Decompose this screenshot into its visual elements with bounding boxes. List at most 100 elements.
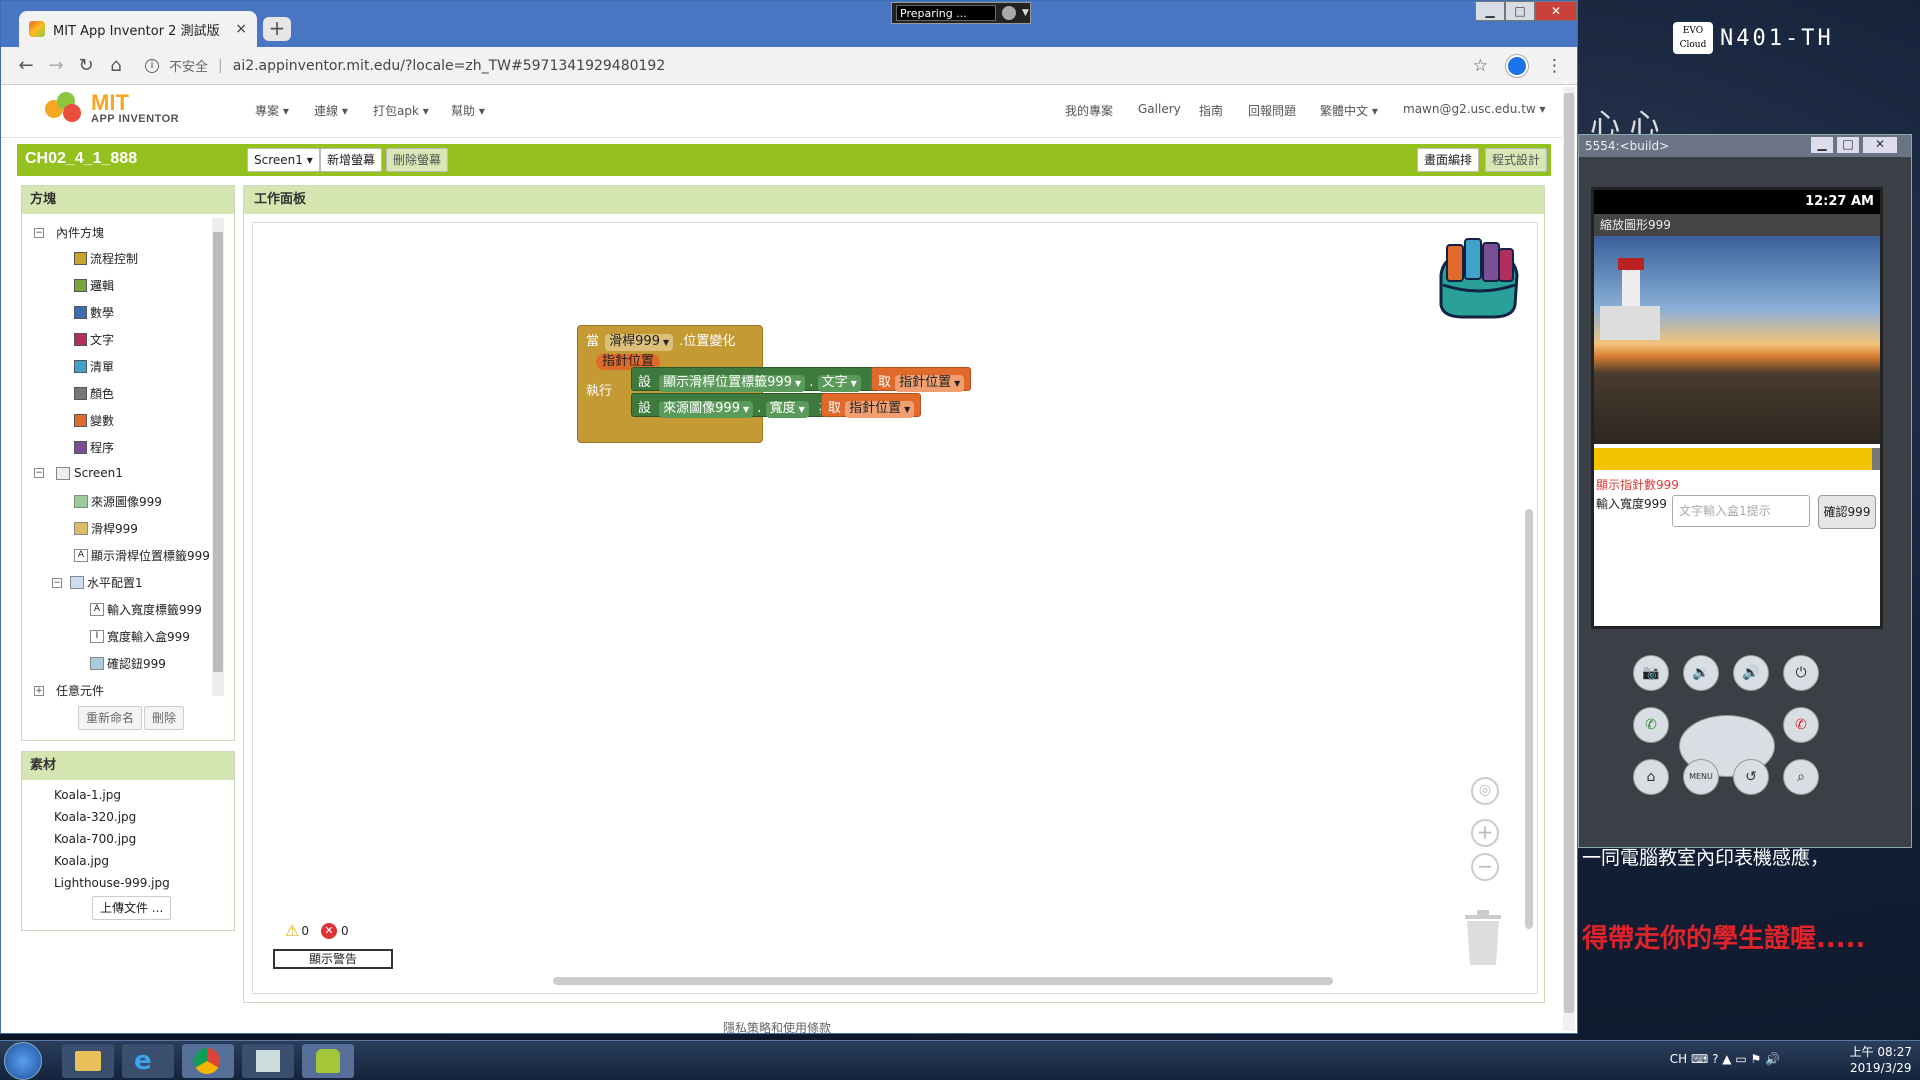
delete-button[interactable]: 刪除 — [144, 706, 185, 730]
set1-component-dropdown[interactable]: 顯示滑桿位置標籤999 ▼ — [659, 375, 806, 392]
maximize-button[interactable]: □ — [1505, 1, 1535, 21]
trash-icon[interactable] — [1461, 909, 1505, 967]
search-button[interactable]: ⌕ — [1783, 759, 1819, 795]
dropdown-icon[interactable]: ▼ — [1022, 8, 1029, 18]
builtin-math[interactable]: 數學 — [74, 304, 114, 321]
component-button[interactable]: 確認鈕999 — [90, 655, 166, 672]
menu-report[interactable]: 回報問題 — [1248, 102, 1296, 119]
url-text[interactable]: ai2.appinventor.mit.edu/?locale=zh_TW#59… — [233, 58, 666, 74]
width-input[interactable]: 文字輸入盒1提示 — [1672, 495, 1810, 527]
get2-var-dropdown[interactable]: 指針位置 ▼ — [845, 401, 915, 418]
get-pointer-position-block-1[interactable]: 取 指針位置 ▼ — [871, 367, 972, 392]
menu-help[interactable]: 幫助 ▾ — [451, 102, 485, 119]
recenter-icon[interactable]: ◎ — [1471, 777, 1499, 805]
screen-select[interactable]: Screen1 ▾ — [247, 148, 320, 172]
add-screen-button[interactable]: 新增螢幕 — [320, 148, 383, 172]
set-image-width-block[interactable]: 設 來源圖像999▼ . 寬度▼ 為 — [631, 393, 839, 418]
tree-any-component[interactable]: + 任意元件 — [34, 682, 104, 699]
backpack-icon[interactable] — [1433, 235, 1523, 321]
set2-component-dropdown[interactable]: 來源圖像999 ▼ — [659, 401, 754, 418]
explorer-taskbar-icon[interactable] — [62, 1044, 114, 1078]
workspace-vertical-scrollbar[interactable] — [1525, 509, 1533, 929]
show-warnings-button[interactable]: 顯示警告 — [273, 949, 393, 969]
record-icon[interactable] — [1002, 6, 1016, 20]
ie-taskbar-icon[interactable]: e — [122, 1044, 174, 1078]
designer-button[interactable]: 畫面編排 — [1417, 148, 1480, 172]
menu-my-projects[interactable]: 我的專案 — [1065, 102, 1113, 119]
reload-icon[interactable]: ↻ — [71, 55, 101, 76]
url-field[interactable]: i 不安全 | ai2.appinventor.mit.edu/?locale=… — [145, 56, 665, 75]
rename-button[interactable]: 重新命名 — [78, 706, 143, 730]
start-button[interactable] — [4, 1042, 42, 1080]
volume-down-button[interactable]: 🔉 — [1683, 655, 1719, 691]
builtin-variables[interactable]: 變數 — [74, 412, 114, 429]
blocks-tree-scrollbar[interactable] — [212, 218, 224, 696]
component-arrangement[interactable]: − 水平配置1 — [52, 574, 143, 591]
set1-property-dropdown[interactable]: 文字 ▼ — [817, 375, 861, 392]
collapse-icon[interactable]: − — [34, 227, 44, 238]
close-window-button[interactable]: ✕ — [1535, 1, 1577, 21]
get-pointer-position-block-2[interactable]: 取 指針位置 ▼ — [821, 393, 922, 418]
info-icon[interactable]: i — [145, 58, 159, 73]
component-width-label[interactable]: A 輸入寬度標籤999 — [90, 601, 202, 618]
set-label-text-block[interactable]: 設 顯示滑桿位置標籤999▼ . 文字▼ 為 — [631, 367, 891, 392]
camera-button[interactable]: 📷 — [1633, 655, 1669, 691]
app-taskbar-icon[interactable] — [242, 1044, 294, 1078]
collapse-icon[interactable]: − — [52, 577, 62, 588]
menu-language[interactable]: 繁體中文 ▾ — [1320, 102, 1378, 119]
tree-builtin[interactable]: − 內件方塊 — [34, 224, 104, 241]
media-file[interactable]: Lighthouse-999.jpg — [54, 876, 170, 890]
back-button[interactable]: ↺ — [1733, 759, 1769, 795]
input-language[interactable]: CH — [1670, 1052, 1687, 1066]
home-icon[interactable]: ⌂ — [101, 55, 131, 76]
component-image[interactable]: 來源圖像999 — [74, 493, 162, 510]
media-file[interactable]: Koala-700.jpg — [54, 832, 136, 846]
footer-link[interactable]: 隱私策略和使用條款 — [723, 1019, 831, 1036]
volume-up-button[interactable]: 🔊 — [1733, 655, 1769, 691]
menu-account[interactable]: mawn@g2.usc.edu.tw ▾ — [1403, 102, 1546, 116]
menu-guide[interactable]: 指南 — [1199, 102, 1223, 119]
profile-avatar[interactable] — [1506, 55, 1528, 77]
forward-icon[interactable]: → — [41, 55, 71, 76]
builtin-procedures[interactable]: 程序 — [74, 439, 114, 456]
collapse-icon[interactable]: − — [34, 468, 44, 478]
emu-maximize-button[interactable]: □ — [1837, 137, 1859, 153]
menu-gallery[interactable]: Gallery — [1138, 102, 1181, 116]
back-icon[interactable]: ← — [11, 55, 41, 76]
get1-var-dropdown[interactable]: 指針位置 ▼ — [895, 375, 965, 392]
remove-screen-button[interactable]: 刪除螢幕 — [386, 148, 449, 172]
event-component-dropdown[interactable]: 滑桿999 ▼ — [605, 334, 674, 351]
menu-connect[interactable]: 連線 ▾ — [314, 102, 348, 119]
page-scrollbar[interactable] — [1563, 87, 1575, 1031]
builtin-logic[interactable]: 邏輯 — [74, 277, 114, 294]
tab-close-icon[interactable]: × — [235, 21, 247, 37]
upload-file-button[interactable]: 上傳文件 ... — [92, 896, 172, 920]
builtin-colors[interactable]: 顏色 — [74, 385, 114, 402]
slider-999[interactable] — [1594, 448, 1880, 470]
minimize-button[interactable]: ▁ — [1475, 1, 1505, 21]
bookmark-star-icon[interactable]: ☆ — [1473, 56, 1488, 76]
blocks-button[interactable]: 程式設計 — [1485, 148, 1548, 172]
power-button[interactable]: ⏻ — [1783, 655, 1819, 691]
menu-button[interactable]: MENU — [1683, 759, 1719, 795]
builtin-lists[interactable]: 清單 — [74, 358, 114, 375]
component-textbox[interactable]: I 寬度輸入盒999 — [90, 628, 190, 645]
emu-minimize-button[interactable]: ▁ — [1811, 137, 1833, 153]
android-taskbar-icon[interactable] — [302, 1044, 354, 1078]
menu-build[interactable]: 打包apk ▾ — [373, 102, 429, 119]
end-call-button[interactable]: ✆ — [1783, 707, 1819, 743]
zoom-in-icon[interactable]: + — [1471, 819, 1499, 847]
new-tab-button[interactable]: + — [263, 17, 291, 41]
expand-icon[interactable]: + — [34, 685, 44, 696]
home-button[interactable]: ⌂ — [1633, 759, 1669, 795]
media-file[interactable]: Koala.jpg — [54, 854, 109, 868]
component-slider[interactable]: 滑桿999 — [74, 520, 138, 537]
mit-app-inventor-logo[interactable]: MIT APP INVENTOR — [43, 90, 179, 126]
tree-screen1[interactable]: − Screen1 — [34, 466, 123, 480]
slider-thumb[interactable] — [1872, 448, 1880, 470]
emu-close-button[interactable]: ✕ — [1863, 137, 1897, 153]
chrome-taskbar-icon[interactable] — [182, 1044, 234, 1078]
zoom-out-icon[interactable]: − — [1471, 853, 1499, 881]
media-file[interactable]: Koala-320.jpg — [54, 810, 136, 824]
media-file[interactable]: Koala-1.jpg — [54, 788, 121, 802]
